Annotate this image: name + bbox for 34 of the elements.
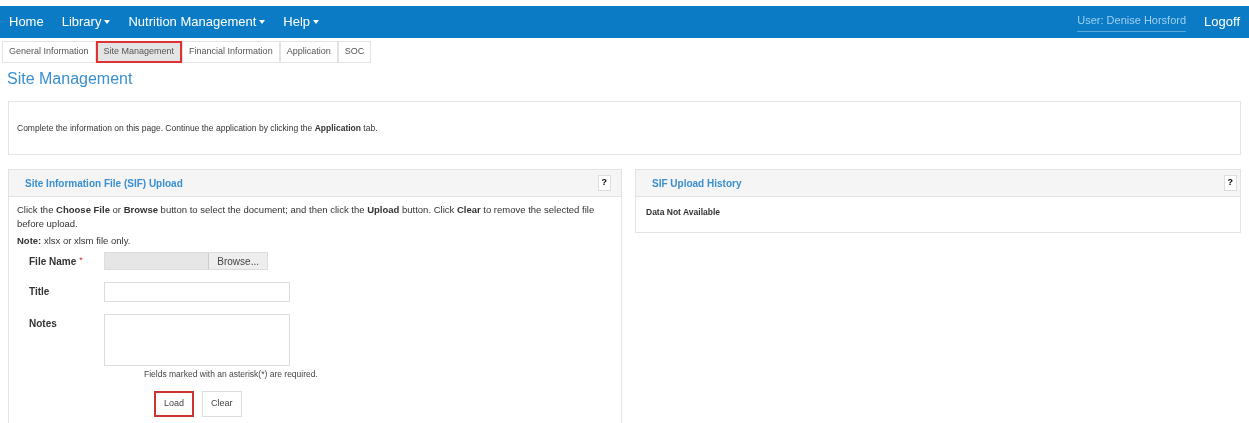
user-name: User: Denise Horsford bbox=[1077, 12, 1187, 32]
logoff-link[interactable]: Logoff bbox=[1204, 12, 1240, 32]
info-text: Complete the information on this page. Continue the application by clicking the Application tab. bbox=[17, 121, 378, 135]
field-label: Notes bbox=[29, 317, 57, 331]
browse-button[interactable]: Browse... bbox=[208, 253, 267, 269]
page-title: Site Management bbox=[6, 69, 134, 89]
required-hint: Fields marked with an asterisk(*) are required. bbox=[144, 368, 319, 381]
tab[interactable]: SOC bbox=[337, 41, 372, 63]
help-button[interactable]: ? bbox=[1223, 175, 1237, 191]
tab[interactable]: Site Management bbox=[95, 41, 183, 63]
nav-menu-item[interactable]: Home bbox=[9, 12, 44, 32]
field-label: Title bbox=[29, 285, 50, 299]
nav-menu-item[interactable]: Library bbox=[61, 12, 111, 32]
tab[interactable]: Application bbox=[279, 41, 338, 63]
tab[interactable]: Financial Information bbox=[182, 41, 280, 63]
file-input-field[interactable]: Browse... bbox=[104, 252, 268, 270]
panel-title: SIF Upload History bbox=[652, 176, 742, 191]
field-label: File Name bbox=[29, 255, 77, 269]
help-button[interactable]: ? bbox=[597, 175, 611, 191]
instructions-text: Click the Choose File or Browse button to select the document; and then click the Upload button. Click Clear to remove the selected file before upload. bbox=[17, 203, 596, 231]
panel-title: Site Information File (SIF) Upload bbox=[25, 176, 183, 191]
notes-text-area[interactable] bbox=[104, 314, 290, 366]
nav-menu-item[interactable]: Help bbox=[283, 12, 320, 32]
form-button[interactable]: Clear bbox=[202, 390, 242, 417]
caret-icon bbox=[313, 20, 320, 24]
caret-icon bbox=[104, 20, 111, 24]
form-button[interactable]: Load bbox=[154, 390, 195, 417]
note-text: Note: xlsx or xlsm file only. bbox=[17, 234, 132, 248]
empty-message: Data Not Available bbox=[645, 206, 721, 219]
required-asterisk: * bbox=[79, 254, 83, 267]
caret-icon bbox=[259, 20, 266, 24]
nav-menu-item[interactable]: Nutrition Management bbox=[128, 12, 266, 32]
title-input-field[interactable] bbox=[104, 282, 290, 302]
tab[interactable]: General Information bbox=[2, 41, 96, 63]
